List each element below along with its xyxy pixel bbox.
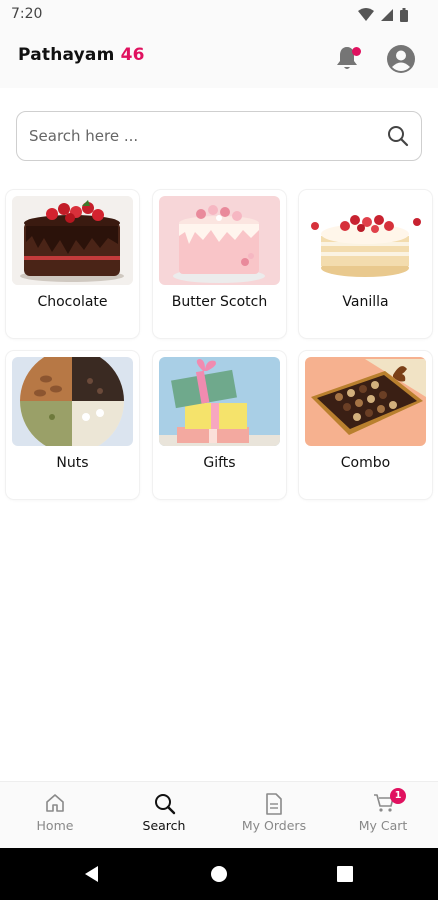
home-button-icon[interactable] bbox=[207, 862, 231, 886]
category-label: Chocolate bbox=[37, 294, 108, 310]
gift-boxes-image bbox=[159, 357, 280, 446]
app-bar: Pathayam 46 bbox=[0, 30, 438, 88]
cart-count-badge: 1 bbox=[390, 788, 406, 804]
account-icon bbox=[387, 45, 415, 73]
wifi-icon bbox=[358, 8, 374, 21]
orders-icon bbox=[266, 793, 282, 815]
category-label: Butter Scotch bbox=[171, 294, 268, 310]
nav-label-my-orders: My Orders bbox=[241, 818, 307, 833]
nav-item-search[interactable]: Search bbox=[109, 782, 219, 849]
butterscotch-cake-image bbox=[159, 196, 280, 285]
chocolate-box-image bbox=[305, 357, 426, 446]
chocolate-cake-image bbox=[12, 196, 133, 285]
category-label: Vanilla bbox=[342, 294, 389, 310]
battery-icon bbox=[400, 8, 408, 22]
nav-item-my-orders[interactable]: My Orders bbox=[219, 782, 329, 849]
nuts-bowl-image bbox=[12, 357, 133, 446]
signal-icon bbox=[381, 9, 393, 21]
nav-label-my-cart: My Cart bbox=[358, 818, 408, 833]
app-title: Pathayam 46 bbox=[18, 45, 145, 65]
status-bar: 7:20 bbox=[0, 0, 438, 30]
category-card-butter-scotch[interactable]: Butter Scotch bbox=[153, 190, 286, 338]
category-card-nuts[interactable]: Nuts bbox=[6, 351, 139, 499]
category-label: Nuts bbox=[56, 455, 89, 471]
vanilla-cake-image bbox=[305, 196, 426, 285]
profile-button[interactable] bbox=[386, 44, 416, 74]
category-card-gifts[interactable]: Gifts bbox=[153, 351, 286, 499]
search-input[interactable] bbox=[29, 112, 369, 159]
bottom-navigation: Home Search My Orders 1 My Cart bbox=[0, 781, 438, 848]
search-icon bbox=[155, 794, 176, 815]
status-icons bbox=[358, 8, 408, 22]
notification-button[interactable] bbox=[334, 44, 362, 74]
category-card-combo[interactable]: Combo bbox=[299, 351, 432, 499]
search-icon[interactable] bbox=[387, 125, 409, 147]
status-time: 7:20 bbox=[11, 6, 43, 22]
category-label: Gifts bbox=[203, 455, 236, 471]
category-card-chocolate[interactable]: Chocolate bbox=[6, 190, 139, 338]
recents-icon[interactable] bbox=[333, 862, 357, 886]
category-label: Combo bbox=[340, 455, 391, 471]
nav-item-my-cart[interactable]: 1 My Cart bbox=[328, 782, 438, 849]
app-title-main: Pathayam bbox=[18, 45, 115, 65]
home-icon bbox=[46, 794, 64, 812]
nav-label-home: Home bbox=[36, 818, 74, 833]
app-title-accent: 46 bbox=[120, 45, 145, 65]
nav-item-home[interactable]: Home bbox=[0, 782, 110, 849]
back-icon[interactable] bbox=[80, 862, 104, 886]
category-card-vanilla[interactable]: Vanilla bbox=[299, 190, 432, 338]
notification-dot bbox=[352, 47, 361, 56]
nav-label-search: Search bbox=[142, 818, 186, 833]
system-navigation-bar bbox=[0, 848, 438, 900]
search-bar[interactable] bbox=[16, 111, 422, 161]
